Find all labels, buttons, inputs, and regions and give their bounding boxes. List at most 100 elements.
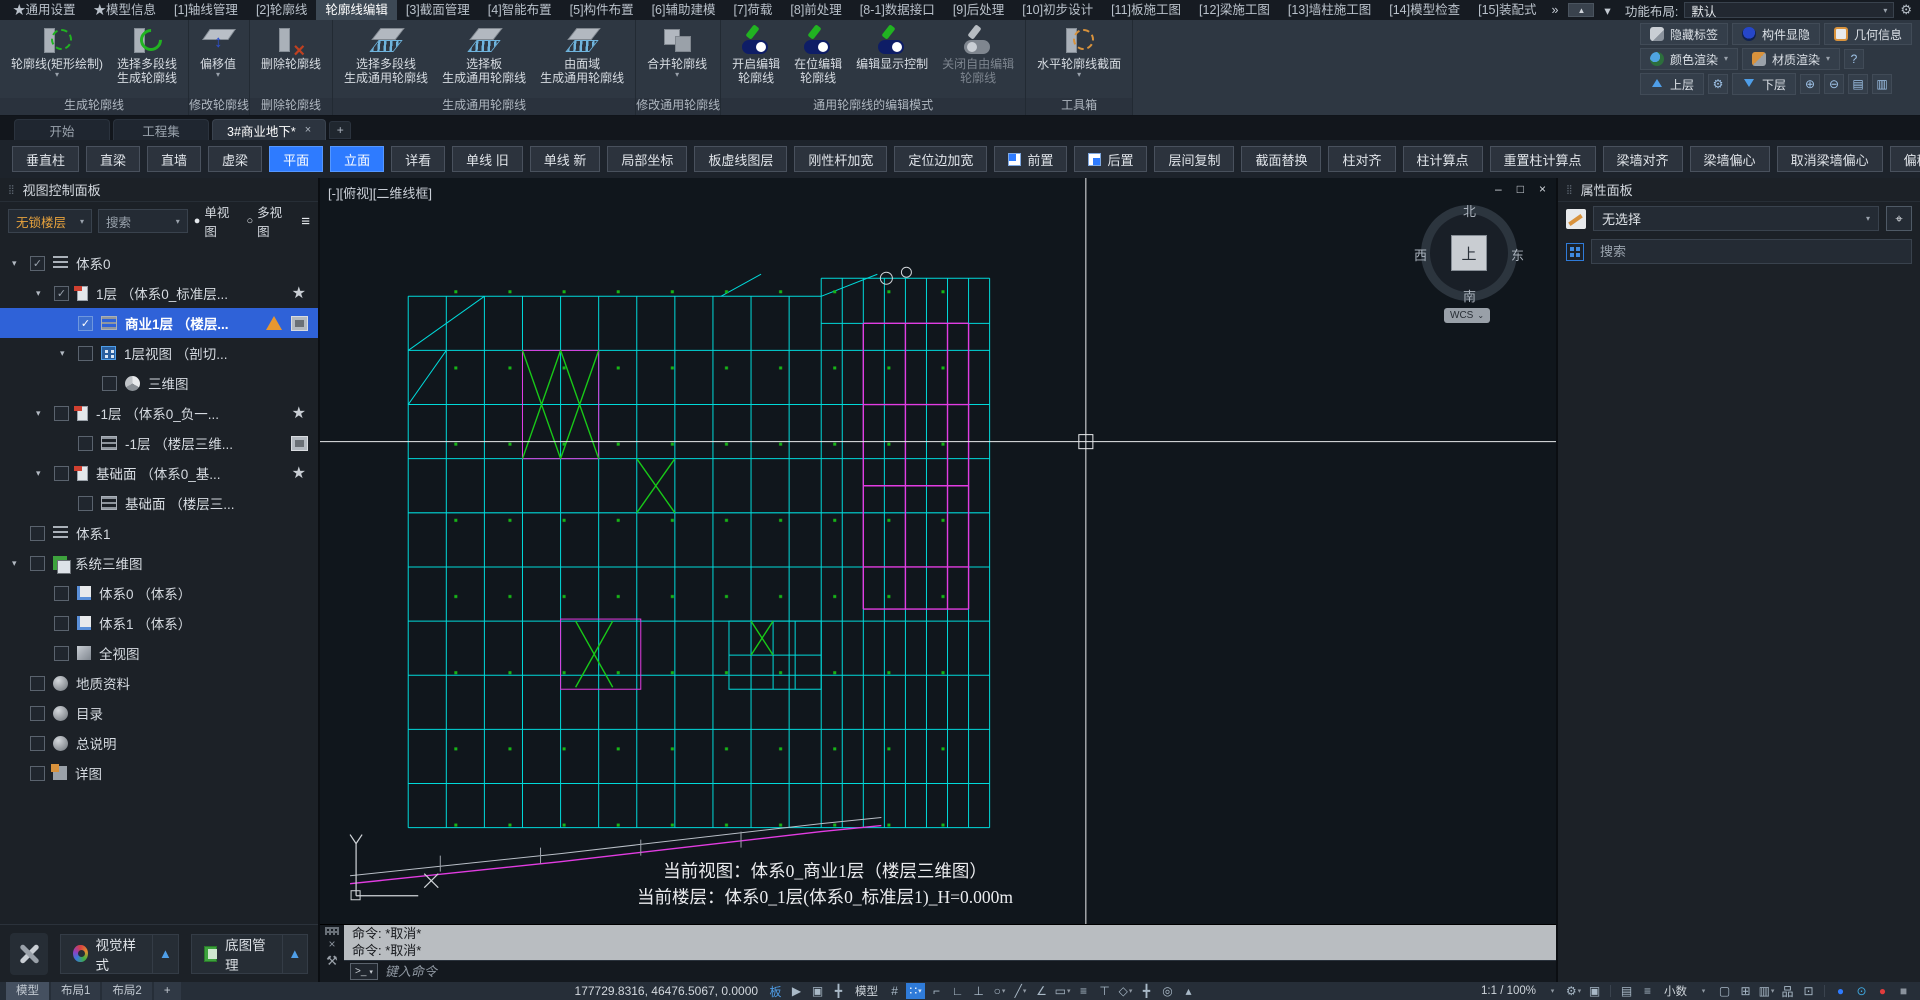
tree-item-system0-view[interactable]: ▾✓体系0 （体系）: [0, 578, 318, 608]
lineweight-icon[interactable]: ≡: [1074, 983, 1093, 999]
decimal-units-label[interactable]: 小数: [1664, 983, 1687, 999]
ribbon-collapse-button[interactable]: ▲: [1568, 3, 1595, 17]
display-mode-icon[interactable]: ▤: [1617, 983, 1636, 999]
function-layout-select[interactable]: 默认 ▾: [1684, 2, 1895, 19]
line-snap-icon[interactable]: ╱ ▾: [1011, 983, 1030, 999]
geometry-info-button[interactable]: 几何信息: [1823, 23, 1912, 45]
qbtn-column-align[interactable]: 柱对齐: [1328, 146, 1396, 172]
checkbox[interactable]: ✓: [30, 555, 45, 571]
image-badge-icon[interactable]: [291, 315, 308, 331]
tree-item-system1-view[interactable]: ▾✓体系1 （体系）: [0, 608, 318, 638]
qbtn-single-line-new[interactable]: 单线 新: [529, 146, 601, 172]
search-status-icon[interactable]: ⊙: [1852, 983, 1871, 999]
qbtn-offset-value[interactable]: 偏移值: [1889, 146, 1920, 172]
qbtn-elevation-view[interactable]: 立面: [330, 146, 385, 172]
tab-current-document[interactable]: 3#商业地下* ×: [212, 119, 327, 140]
visual-style-expand-icon[interactable]: ▲: [152, 934, 178, 973]
open-edit-outline-button[interactable]: 开启编辑 轮廓线: [725, 23, 787, 98]
tree-item-system0[interactable]: ▾ ✓ 体系0: [0, 248, 318, 278]
polar-tracking-icon[interactable]: ⌐: [927, 983, 946, 999]
slab-to-generic-outline-button[interactable]: 选择板 生成通用轮廓线: [435, 23, 533, 98]
compass-north-label[interactable]: 北: [1463, 201, 1476, 220]
tree-item-3d-view[interactable]: ▾✓三维图: [0, 368, 318, 398]
ortho-mode-icon[interactable]: ⊥: [969, 983, 988, 999]
qbtn-straight-beam[interactable]: 直梁: [86, 146, 141, 172]
properties-panel-header[interactable]: ⣿ 属性面板: [1558, 178, 1920, 202]
tree-search-select[interactable]: 搜索 ▾: [97, 209, 188, 233]
tree-item-foundation-3d[interactable]: ▾✓基础面 （楼层三...: [0, 488, 318, 518]
move-gizmo-icon[interactable]: ╋: [1137, 983, 1156, 999]
delete-outline-button[interactable]: 删除轮廓线: [254, 23, 328, 98]
checkbox[interactable]: ✓: [54, 285, 69, 301]
property-search-input[interactable]: [1600, 244, 1903, 259]
qbtn-beam-wall-offset[interactable]: 梁墙偏心: [1689, 146, 1770, 172]
tree-item-system-3d[interactable]: ▾✓系统三维图: [0, 548, 318, 578]
menu-item-beam-drawing[interactable]: [12]梁施工图: [1190, 0, 1279, 20]
tree-item-foundation[interactable]: ▾✓基础面 （体系0_基...★: [0, 458, 318, 488]
qbtn-cancel-beam-wall-offset[interactable]: 取消梁墙偏心: [1776, 146, 1883, 172]
selection-cycling-icon[interactable]: ◎: [1158, 983, 1177, 999]
viewport-minimize-icon[interactable]: –: [1495, 182, 1502, 196]
tab-project-set[interactable]: 工程集: [113, 119, 209, 140]
qbtn-straight-wall[interactable]: 直墙: [147, 146, 202, 172]
zoom-in-icon[interactable]: ⊕: [1799, 74, 1820, 94]
tree-item-floor-minus1[interactable]: ▾✓-1层 （体系0_负一...★: [0, 398, 318, 428]
menu-item-prefab[interactable]: [15]装配式: [1469, 0, 1545, 20]
menu-item-axis[interactable]: [1]轴线管理: [165, 0, 247, 20]
wcs-selector[interactable]: WCS ⌄: [1444, 308, 1491, 323]
menu-item-member-layout[interactable]: [5]构件布置: [561, 0, 643, 20]
tree-item-full-view[interactable]: ▾✓全视图: [0, 638, 318, 668]
layout-tab-layout2[interactable]: 布局2: [102, 982, 152, 1000]
grid-display-icon[interactable]: #: [885, 983, 904, 999]
lower-floor-button[interactable]: 下层: [1731, 73, 1796, 95]
checkbox[interactable]: ✓: [54, 615, 69, 631]
single-view-radio[interactable]: ● 单视图: [194, 202, 241, 240]
list-options-icon[interactable]: ≡: [1638, 983, 1657, 999]
material-render-button[interactable]: 材质渲染 ▾: [1741, 48, 1841, 70]
checkbox[interactable]: ✓: [78, 435, 93, 451]
rect-snap-icon[interactable]: ▭ ▾: [1053, 983, 1072, 999]
base-map-button[interactable]: 底图管理 ▲: [190, 933, 309, 974]
clean-screen-icon[interactable]: ⊡: [1799, 983, 1818, 999]
floor-lock-filter-select[interactable]: 无锁楼层 ▾: [8, 209, 92, 233]
merge-outline-button[interactable]: 合并轮廓线 ▾: [640, 23, 714, 98]
checkbox[interactable]: ✓: [30, 765, 45, 781]
cursor-select-icon[interactable]: ▶: [787, 983, 806, 999]
qbtn-section-replace[interactable]: 截面替换: [1241, 146, 1322, 172]
qbtn-reset-column-calc-point[interactable]: 重置柱计算点: [1489, 146, 1596, 172]
help-button[interactable]: ?: [1844, 49, 1865, 69]
layout-gear-icon[interactable]: ⚙: [1900, 2, 1912, 18]
drag-handle-icon[interactable]: ⣿: [1566, 184, 1574, 195]
center-snap-icon[interactable]: ○ ▾: [990, 983, 1009, 999]
view-control-panel-header[interactable]: ⣿ 视图控制面板: [0, 178, 318, 202]
compass-west-label[interactable]: 西: [1414, 245, 1427, 264]
menu-item-general-settings[interactable]: ★通用设置: [4, 0, 85, 20]
viewport-label[interactable]: [-][俯视][二维线框]: [328, 183, 432, 202]
object-snap-icon[interactable]: ∟: [948, 983, 967, 999]
polyline-to-generic-outline-button[interactable]: 选择多段线 生成通用轮廓线: [337, 23, 435, 98]
qbtn-locating-edge-widen[interactable]: 定位边加宽: [894, 146, 988, 172]
menu-item-smart-layout[interactable]: [4]智能布置: [479, 0, 561, 20]
menu-item-aux-model[interactable]: [6]辅助建模: [643, 0, 725, 20]
menu-item-preliminary-design[interactable]: [10]初步设计: [1013, 0, 1102, 20]
qbtn-bring-front[interactable]: 前置: [994, 146, 1068, 172]
menu-item-section[interactable]: [3]截面管理: [397, 0, 479, 20]
tree-item-floor1[interactable]: ▾ ✓ 1层 （体系0_标准层... ★: [0, 278, 318, 308]
checkbox[interactable]: ✓: [30, 255, 45, 271]
command-input[interactable]: [384, 964, 1550, 979]
user-account-icon[interactable]: ●: [1831, 983, 1850, 999]
base-map-expand-icon[interactable]: ▲: [281, 934, 307, 973]
pick-object-button[interactable]: ⌖: [1886, 206, 1912, 231]
checkbox[interactable]: ✓: [54, 405, 69, 421]
tree-item-details[interactable]: ▾✓详图: [0, 758, 318, 788]
panels-icon[interactable]: 品: [1778, 983, 1797, 999]
image-frame-icon[interactable]: ▣: [808, 983, 827, 999]
floor-gear-icon[interactable]: ⚙: [1707, 74, 1728, 94]
checkbox[interactable]: ✓: [78, 495, 93, 511]
view-compass[interactable]: 北 南 西 东 上: [1414, 204, 1524, 304]
qbtn-detail-view[interactable]: 详看: [391, 146, 446, 172]
settings-gear-icon[interactable]: ⚙ ▾: [1564, 983, 1583, 999]
angle-snap-icon[interactable]: ∠: [1032, 983, 1051, 999]
customize-wrench-icon[interactable]: ⚒: [326, 953, 338, 969]
member-visibility-button[interactable]: 构件显隐: [1731, 23, 1820, 45]
